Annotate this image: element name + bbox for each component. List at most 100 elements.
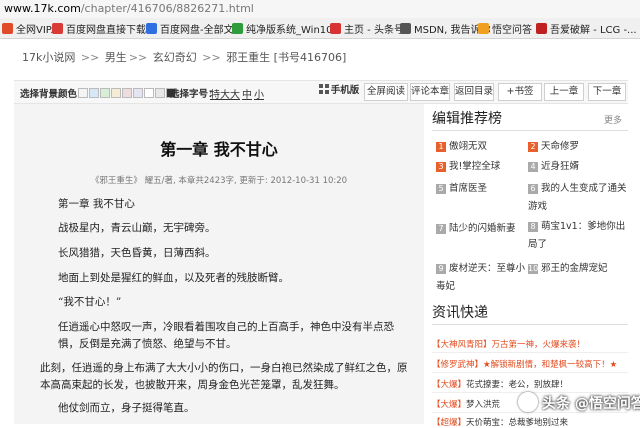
rank-title: 我!掌控全球 bbox=[449, 161, 501, 172]
recommend-item[interactable]: 5 首席医圣 bbox=[436, 180, 487, 194]
breadcrumb-book-link[interactable]: 邪王重生 [书号416706] bbox=[226, 51, 346, 64]
rank-title: 近身狂婿 bbox=[541, 161, 580, 172]
recommend-item[interactable]: 2 天命修罗 bbox=[528, 138, 579, 152]
recommend-item[interactable]: 1 傲翊无双 bbox=[436, 138, 487, 152]
news-tag: 【修罗武神】 bbox=[432, 360, 484, 370]
bg-swatch[interactable] bbox=[122, 88, 132, 98]
rank-title: 首席医圣 bbox=[449, 183, 488, 194]
recommend-more-link[interactable]: 更多 bbox=[604, 113, 622, 126]
bg-swatch[interactable] bbox=[133, 88, 143, 98]
rank-title: 邪王的金牌宠妃 bbox=[541, 263, 608, 274]
qr-grid-icon bbox=[318, 84, 329, 94]
comment-chapter-button[interactable]: 评论本章 bbox=[410, 83, 450, 101]
next-chapter-button[interactable]: 下一章 bbox=[588, 83, 626, 101]
rank-title: 我的人生变成了通关游戏 bbox=[528, 183, 627, 212]
bookmark-label: 百度网盘直接下载... bbox=[66, 25, 156, 36]
recommend-item[interactable]: 4 近身狂婿 bbox=[528, 158, 579, 172]
chapter-paragraph: 他仗剑而立，身子挺得笔直。 bbox=[58, 402, 195, 414]
recommend-item[interactable]: 7 陆少的闪婚新妻 bbox=[436, 220, 516, 234]
news-item[interactable]: 【大神风青阳】万古第一神，火爆来袭！ bbox=[432, 338, 628, 350]
rank-number: 1 bbox=[436, 142, 446, 152]
chapter-title: 第一章 我不甘心 bbox=[160, 140, 278, 159]
recommend-title: 编辑推荐榜 bbox=[432, 111, 502, 127]
url-text[interactable]: www.17k.com/chapter/416706/8826271.html bbox=[4, 2, 254, 15]
chapter-content: 第一章 我不甘心 《邪王重生》 耀五/著, 本章共2423字, 更新于: 201… bbox=[14, 104, 424, 424]
chapter-paragraph: 地面上到处是猩红的鲜血，以及死者的残肢断臂。 bbox=[58, 272, 289, 284]
bookmark-favicon-icon bbox=[232, 23, 243, 34]
recommend-item[interactable]: 10 邪王的金牌宠妃 bbox=[528, 260, 608, 274]
bookmark-item[interactable]: MSDN, 我告诉你 bbox=[400, 21, 491, 36]
news-tag: 【大爆】 bbox=[432, 400, 467, 410]
bookmark-favicon-icon bbox=[2, 23, 13, 34]
bookmark-favicon-icon bbox=[146, 23, 157, 34]
fullscreen-button[interactable]: 全屏阅读 bbox=[364, 83, 408, 101]
bookmark-item[interactable]: 百度网盘-全部文件 bbox=[146, 21, 244, 36]
news-text: ★解锁新剧情，和楚枫一较高下！★ bbox=[483, 360, 618, 370]
recommend-item[interactable]: 9 废材逆天：至尊小毒妃 bbox=[436, 260, 526, 296]
watermark-text: 头条 @悟空问答 bbox=[542, 396, 640, 412]
font-size-m[interactable]: 中 bbox=[242, 86, 252, 101]
bg-swatch[interactable] bbox=[100, 88, 110, 98]
news-tag: 【大爆】 bbox=[432, 380, 467, 390]
bookmarks-bar: 全网VIP... 百度网盘直接下载... 百度网盘-全部文件 纯净版系统_Win… bbox=[0, 18, 640, 39]
rank-title: 废材逆天：至尊小毒妃 bbox=[436, 263, 526, 292]
rank-number: 7 bbox=[436, 224, 446, 234]
news-item[interactable]: 【超爆】天价萌宝：总裁爹地别过来 bbox=[432, 416, 628, 428]
chapter-paragraph: 长风猎猎，天色昏黄，日薄西斜。 bbox=[58, 247, 216, 259]
breadcrumb-separator: >> bbox=[202, 51, 221, 64]
breadcrumb-separator: >> bbox=[80, 51, 100, 64]
breadcrumb-category-link[interactable]: 男生 bbox=[105, 51, 127, 64]
prev-chapter-button[interactable]: 上一章 bbox=[544, 83, 584, 101]
chapter-paragraph: 任逍遥心中怒叹一声，冷眼看着围攻自己的上百高手，神色中没有半点恐惧，反倒是充满了… bbox=[58, 321, 394, 350]
divider bbox=[432, 352, 628, 353]
divider bbox=[432, 324, 628, 325]
address-bar[interactable]: www.17k.com/chapter/416706/8826271.html bbox=[0, 0, 640, 19]
news-text: 天价萌宝：总裁爹地别过来 bbox=[466, 418, 569, 428]
font-size-l[interactable]: 大 bbox=[230, 86, 240, 101]
news-title: 资讯快递 bbox=[432, 305, 488, 321]
recommend-item[interactable]: 3 我!掌控全球 bbox=[436, 158, 500, 172]
breadcrumb-separator: >> bbox=[128, 51, 148, 64]
bookmark-favicon-icon bbox=[52, 23, 63, 34]
bookmark-item[interactable]: 百度网盘直接下载... bbox=[52, 21, 156, 36]
recommend-item[interactable]: 8 萌宝1v1：爹地你出局了 bbox=[528, 218, 628, 254]
news-item[interactable]: 【修罗武神】★解锁新剧情，和楚枫一较高下！★ bbox=[432, 358, 628, 370]
news-text: 万古第一神，火爆来袭！ bbox=[491, 340, 586, 350]
bg-swatch[interactable] bbox=[155, 88, 165, 98]
font-size-xl[interactable]: 特大 bbox=[210, 86, 230, 101]
back-to-toc-button[interactable]: 返回目录 bbox=[454, 83, 494, 101]
news-text: 花式撩妻：老公，别放肆！ bbox=[466, 380, 569, 390]
bookmark-item[interactable]: 吾爱破解 - LCG -... bbox=[536, 21, 637, 36]
breadcrumb: 17k小说网 >> 男生 >> 玄幻奇幻 >> 邪王重生 [书号416706] bbox=[22, 49, 348, 65]
bg-swatch[interactable] bbox=[78, 88, 88, 98]
bg-swatch[interactable] bbox=[144, 88, 154, 98]
bookmark-item[interactable]: 主页 - 头条号 bbox=[330, 21, 404, 36]
rank-number: 5 bbox=[436, 184, 446, 194]
bookmark-label: 主页 - 头条号 bbox=[344, 25, 404, 36]
mobile-version-button[interactable]: 手机版 bbox=[318, 83, 360, 99]
bg-swatch[interactable] bbox=[89, 88, 99, 98]
add-bookmark-button[interactable]: +书签 bbox=[498, 83, 542, 101]
rank-number: 8 bbox=[528, 222, 538, 232]
bg-swatch[interactable] bbox=[111, 88, 121, 98]
breadcrumb-home-link[interactable]: 17k小说网 bbox=[22, 51, 75, 64]
bookmark-item[interactable]: 纯净版系统_Win10... bbox=[232, 21, 342, 36]
url-path: /chapter/416706/8826271.html bbox=[80, 2, 254, 15]
rank-number: 3 bbox=[436, 162, 446, 172]
divider bbox=[432, 130, 628, 131]
watermark-logo-icon bbox=[518, 392, 538, 412]
bookmark-favicon-icon bbox=[536, 23, 547, 34]
chapter-paragraph: 战极星内，青云山巅，无宇碑旁。 bbox=[58, 222, 216, 234]
bookmark-item[interactable]: 悟空问答 bbox=[478, 21, 532, 36]
url-host: www.17k.com bbox=[4, 2, 81, 15]
chapter-paragraph: “我不甘心！” bbox=[58, 296, 122, 308]
rank-number: 10 bbox=[528, 264, 539, 274]
bookmark-favicon-icon bbox=[330, 23, 341, 34]
font-size-s[interactable]: 小 bbox=[254, 86, 264, 101]
mobile-version-label: 手机版 bbox=[330, 85, 360, 96]
breadcrumb-genre-link[interactable]: 玄幻奇幻 bbox=[153, 51, 197, 64]
news-text: 梦入洪荒 bbox=[466, 400, 501, 410]
chapter-paragraph: 此刻，任逍遥的身上布满了大大小小的伤口，一身白袍已然染成了鲜红之色，原本高高束起… bbox=[40, 362, 408, 391]
news-item[interactable]: 【大爆】花式撩妻：老公，别放肆！ bbox=[432, 378, 628, 390]
recommend-item[interactable]: 6 我的人生变成了通关游戏 bbox=[528, 180, 628, 216]
